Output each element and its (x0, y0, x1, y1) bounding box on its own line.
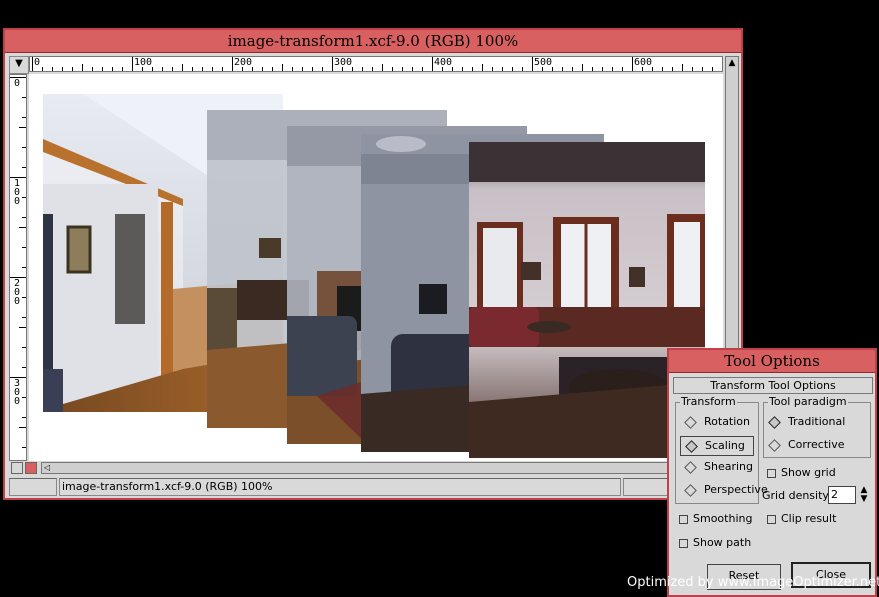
radio-rotation[interactable]: Rotation (680, 413, 754, 433)
show-path-checkbox[interactable]: Show path (679, 536, 751, 550)
tool-options-title[interactable]: Tool Options (669, 350, 875, 373)
checkbox-icon (767, 469, 776, 478)
horizontal-scrollbar[interactable]: ◁ (41, 462, 739, 474)
hruler-label: 100 (134, 57, 153, 68)
spin-arrows-icon[interactable]: ▲ ▼ (859, 486, 869, 504)
image-window-title[interactable]: image-transform1.xcf-9.0 (RGB) 100% (5, 30, 741, 53)
clip-result-checkbox[interactable]: Clip result (767, 512, 836, 526)
checkbox-icon (679, 539, 688, 548)
hruler-label: 300 (334, 57, 353, 68)
status-bar: image-transform1.xcf-9.0 (RGB) 100% (9, 478, 737, 496)
vertical-ruler[interactable]: 0 100 200 300 (9, 74, 27, 461)
vruler-label: 100 (14, 178, 21, 207)
radio-diamond-icon (768, 439, 781, 452)
radio-diamond-icon (685, 440, 698, 453)
radio-shearing[interactable]: Shearing (680, 458, 754, 478)
smoothing-checkbox[interactable]: Smoothing (679, 512, 752, 526)
radio-diamond-icon (684, 484, 697, 497)
show-grid-checkbox[interactable]: Show grid (767, 466, 836, 480)
radio-scaling[interactable]: Scaling (680, 436, 754, 456)
vruler-label: 200 (14, 278, 21, 307)
hruler-label: 0 (34, 57, 41, 68)
checkbox-icon (679, 515, 688, 524)
paradigm-group-title: Tool paradigm (768, 395, 848, 408)
radio-perspective[interactable]: Perspective (680, 481, 768, 501)
tool-options-window: Tool Options Transform Tool Options Tran… (667, 348, 877, 597)
image-window: image-transform1.xcf-9.0 (RGB) 100% ▼ 0 … (3, 28, 743, 500)
menu-arrow-button[interactable]: ▼ (9, 56, 29, 74)
tool-options-header: Transform Tool Options (673, 377, 873, 394)
transform-group: Transform Rotation Scaling Shearing Pers… (675, 396, 768, 504)
quickmask-on-icon[interactable] (25, 462, 37, 474)
pointer-coords (9, 478, 57, 496)
radio-diamond-icon (768, 416, 781, 429)
vruler-label: 300 (14, 378, 21, 407)
hruler-label: 400 (434, 57, 453, 68)
hruler-label: 500 (534, 57, 553, 68)
grid-density-label: Grid density: (762, 489, 832, 502)
transform-group-title: Transform (680, 395, 737, 408)
radio-diamond-icon (684, 416, 697, 429)
checkbox-icon (767, 515, 776, 524)
hruler-label: 600 (634, 57, 653, 68)
scroll-left-icon[interactable]: ◁ (44, 463, 50, 473)
radio-traditional[interactable]: Traditional (764, 413, 845, 433)
image-canvas[interactable] (29, 74, 723, 461)
scroll-up-icon[interactable]: ▲ (726, 57, 738, 69)
grid-density-input[interactable]: 2 (828, 486, 856, 504)
radio-corrective[interactable]: Corrective (764, 436, 844, 456)
status-text: image-transform1.xcf-9.0 (RGB) 100% (59, 478, 621, 496)
paradigm-group: Tool paradigm Traditional Corrective (763, 396, 871, 458)
radio-diamond-icon (684, 461, 697, 474)
progress-area (623, 478, 671, 496)
bottom-bar: ◁ (9, 462, 739, 474)
watermark-text: Optimized by www.ImageOptimizer.net (627, 575, 879, 590)
horizontal-ruler[interactable]: 0 100 200 300 400 500 600 (29, 56, 723, 72)
quickmask-off-icon[interactable] (11, 462, 23, 474)
vruler-label: 0 (14, 78, 21, 89)
hruler-label: 200 (234, 57, 253, 68)
